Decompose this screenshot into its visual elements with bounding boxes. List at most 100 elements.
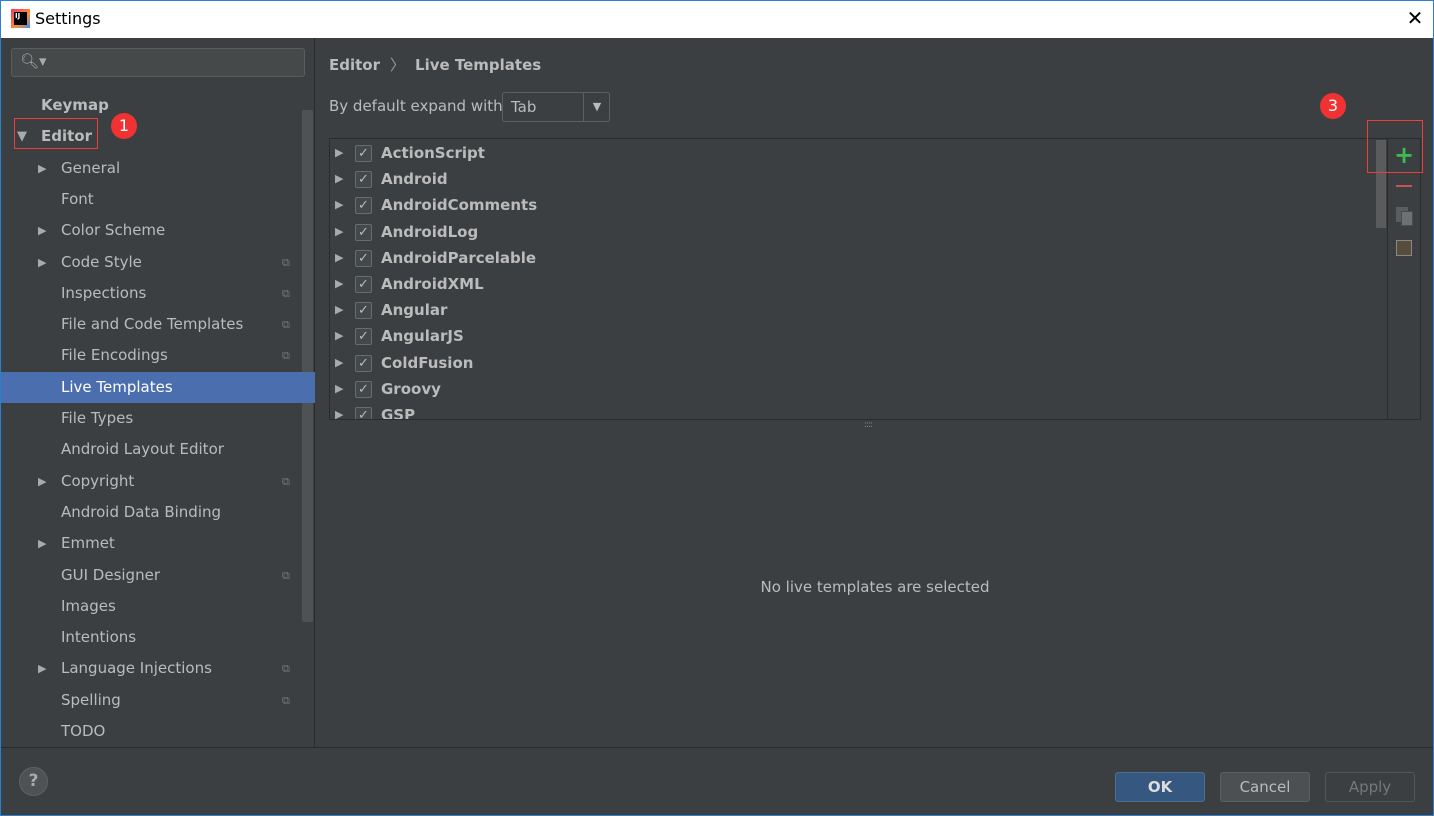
sidebar-item-android-data-binding[interactable]: Android Data Binding xyxy=(1,497,315,528)
sidebar-item-gui-designer[interactable]: GUI Designer ⧉ xyxy=(1,560,315,591)
sidebar-item-file-types[interactable]: File Types xyxy=(1,403,315,434)
expand-arrow-icon[interactable]: ▶ xyxy=(335,323,343,349)
sidebar-item-label: Android Layout Editor xyxy=(61,440,224,459)
sidebar-item-color-scheme[interactable]: ▶ Color Scheme xyxy=(1,215,315,246)
template-group-name: AndroidLog xyxy=(381,222,479,241)
sidebar-item-label: File Encodings xyxy=(61,346,168,365)
close-button[interactable]: ✕ xyxy=(1400,6,1430,30)
template-group-row[interactable]: ▶ ✓ AndroidComments xyxy=(330,192,1370,218)
sidebar-item-emmet[interactable]: ▶ Emmet xyxy=(1,528,315,559)
expand-arrow-icon[interactable]: ▶ xyxy=(335,166,343,192)
sidebar-item-label: Editor xyxy=(41,127,92,146)
collapsed-arrow-icon[interactable]: ▶ xyxy=(38,466,46,497)
project-settings-icon: ⧉ xyxy=(282,662,290,676)
sidebar-item-spelling[interactable]: Spelling ⧉ xyxy=(1,685,315,716)
search-icon: 🔍︎▾ xyxy=(20,52,47,70)
enabled-checkbox[interactable]: ✓ xyxy=(355,249,372,267)
sidebar-item-editor[interactable]: ▼ Editor xyxy=(1,121,315,152)
expand-arrow-icon[interactable]: ▶ xyxy=(335,140,343,166)
enabled-checkbox[interactable]: ✓ xyxy=(355,407,372,419)
title-bar xyxy=(0,0,1434,38)
expand-arrow-icon[interactable]: ▶ xyxy=(335,376,343,402)
enabled-checkbox[interactable]: ✓ xyxy=(355,223,372,241)
expanded-arrow-icon[interactable]: ▼ xyxy=(17,121,27,152)
template-group-name: GSP xyxy=(381,406,416,420)
search-input[interactable]: 🔍︎▾ xyxy=(11,48,305,77)
sidebar-item-language-injections[interactable]: ▶ Language Injections ⧉ xyxy=(1,653,315,684)
expand-with-select[interactable]: Tab ▼ xyxy=(502,92,610,122)
copy-icon[interactable] xyxy=(1396,207,1414,227)
ok-button[interactable]: OK xyxy=(1115,772,1205,802)
sidebar-item-label: TODO xyxy=(61,722,106,740)
sidebar-item-todo[interactable]: TODO xyxy=(1,716,315,747)
enabled-checkbox[interactable]: ✓ xyxy=(355,380,372,398)
sidebar-item-images[interactable]: Images xyxy=(1,591,315,622)
sidebar-item-general[interactable]: ▶ General xyxy=(1,153,315,184)
project-settings-icon: ⧉ xyxy=(282,286,290,300)
enabled-checkbox[interactable]: ✓ xyxy=(355,171,372,189)
template-group-name: AndroidXML xyxy=(381,275,484,293)
template-group-icon[interactable] xyxy=(1396,240,1412,256)
annotation-badge-3: 3 xyxy=(1320,93,1346,119)
sidebar-item-copyright[interactable]: ▶ Copyright ⧉ xyxy=(1,466,315,497)
sidebar-item-live-templates[interactable]: Live Templates xyxy=(1,371,315,403)
sidebar-item-file-encodings[interactable]: File Encodings ⧉ xyxy=(1,340,315,371)
expand-with-value: Tab xyxy=(511,98,537,116)
breadcrumb-editor[interactable]: Editor xyxy=(329,56,380,74)
expand-arrow-icon[interactable]: ▶ xyxy=(335,350,343,376)
template-group-row[interactable]: ▶ ✓ Groovy xyxy=(330,376,1370,402)
template-group-row[interactable]: ▶ ✓ AngularJS xyxy=(330,323,1370,349)
template-group-row[interactable]: ▶ ✓ AndroidXML xyxy=(330,271,1370,297)
enabled-checkbox[interactable]: ✓ xyxy=(355,302,372,320)
dialog-footer xyxy=(1,747,1433,815)
cancel-button[interactable]: Cancel xyxy=(1220,772,1310,802)
expand-arrow-icon[interactable]: ▶ xyxy=(335,402,343,419)
enabled-checkbox[interactable]: ✓ xyxy=(355,197,372,215)
enabled-checkbox[interactable]: ✓ xyxy=(355,145,372,162)
remove-icon[interactable] xyxy=(1396,185,1412,187)
sidebar-item-label: Code Style xyxy=(61,252,142,271)
template-group-row[interactable]: ▶ ✓ Android xyxy=(330,166,1370,192)
template-group-row[interactable]: ▶ ✓ AndroidLog xyxy=(330,219,1370,245)
app-logo-icon: IJ xyxy=(11,9,30,28)
template-group-row[interactable]: ▶ ✓ ColdFusion xyxy=(330,350,1370,376)
sidebar-item-label: Images xyxy=(61,596,116,615)
expand-arrow-icon[interactable]: ▶ xyxy=(335,245,343,271)
sidebar-item-code-style[interactable]: ▶ Code Style ⧉ xyxy=(1,247,315,278)
breadcrumb-separator: 〉 xyxy=(390,56,406,74)
sidebar-item-label: File Types xyxy=(61,409,134,427)
template-group-row[interactable]: ▶ ✓ GSP xyxy=(330,402,1370,420)
template-group-row[interactable]: ▶ ✓ Angular xyxy=(330,297,1370,323)
sidebar-item-keymap[interactable]: Keymap xyxy=(1,90,315,121)
collapsed-arrow-icon[interactable]: ▶ xyxy=(38,653,46,684)
collapsed-arrow-icon[interactable]: ▶ xyxy=(38,215,46,246)
enabled-checkbox[interactable]: ✓ xyxy=(355,354,372,372)
template-group-name: Android xyxy=(381,170,448,189)
enabled-checkbox[interactable]: ✓ xyxy=(355,328,372,346)
template-group-row[interactable]: ▶ ✓ AndroidParcelable xyxy=(330,245,1370,271)
template-group-name: Angular xyxy=(381,301,448,320)
template-group-name: AndroidParcelable xyxy=(381,248,537,267)
sidebar-item-intentions[interactable]: Intentions xyxy=(1,622,315,653)
apply-button[interactable]: Apply xyxy=(1325,772,1415,802)
template-group-row[interactable]: ▶ ✓ ActionScript xyxy=(330,140,1370,166)
breadcrumb-current: Live Templates xyxy=(415,56,542,74)
sidebar-item-label: Color Scheme xyxy=(61,221,166,240)
sidebar-item-font[interactable]: Font xyxy=(1,184,315,215)
collapsed-arrow-icon[interactable]: ▶ xyxy=(38,528,46,559)
project-settings-icon: ⧉ xyxy=(282,255,290,269)
sidebar-item-label: File and Code Templates xyxy=(61,315,244,334)
splitter-handle[interactable]: :::: xyxy=(864,420,873,430)
expand-arrow-icon[interactable]: ▶ xyxy=(335,192,343,218)
sidebar-item-file-and-code-templates[interactable]: File and Code Templates ⧉ xyxy=(1,309,315,340)
expand-arrow-icon[interactable]: ▶ xyxy=(335,297,343,323)
enabled-checkbox[interactable]: ✓ xyxy=(355,276,372,293)
expand-arrow-icon[interactable]: ▶ xyxy=(335,271,343,297)
help-button[interactable]: ? xyxy=(19,767,48,796)
collapsed-arrow-icon[interactable]: ▶ xyxy=(38,247,46,278)
collapsed-arrow-icon[interactable]: ▶ xyxy=(38,153,46,184)
sidebar-item-android-layout-editor[interactable]: Android Layout Editor xyxy=(1,434,315,465)
template-group-name: ActionScript xyxy=(381,144,485,162)
sidebar-item-inspections[interactable]: Inspections ⧉ xyxy=(1,278,315,309)
expand-arrow-icon[interactable]: ▶ xyxy=(335,219,343,245)
